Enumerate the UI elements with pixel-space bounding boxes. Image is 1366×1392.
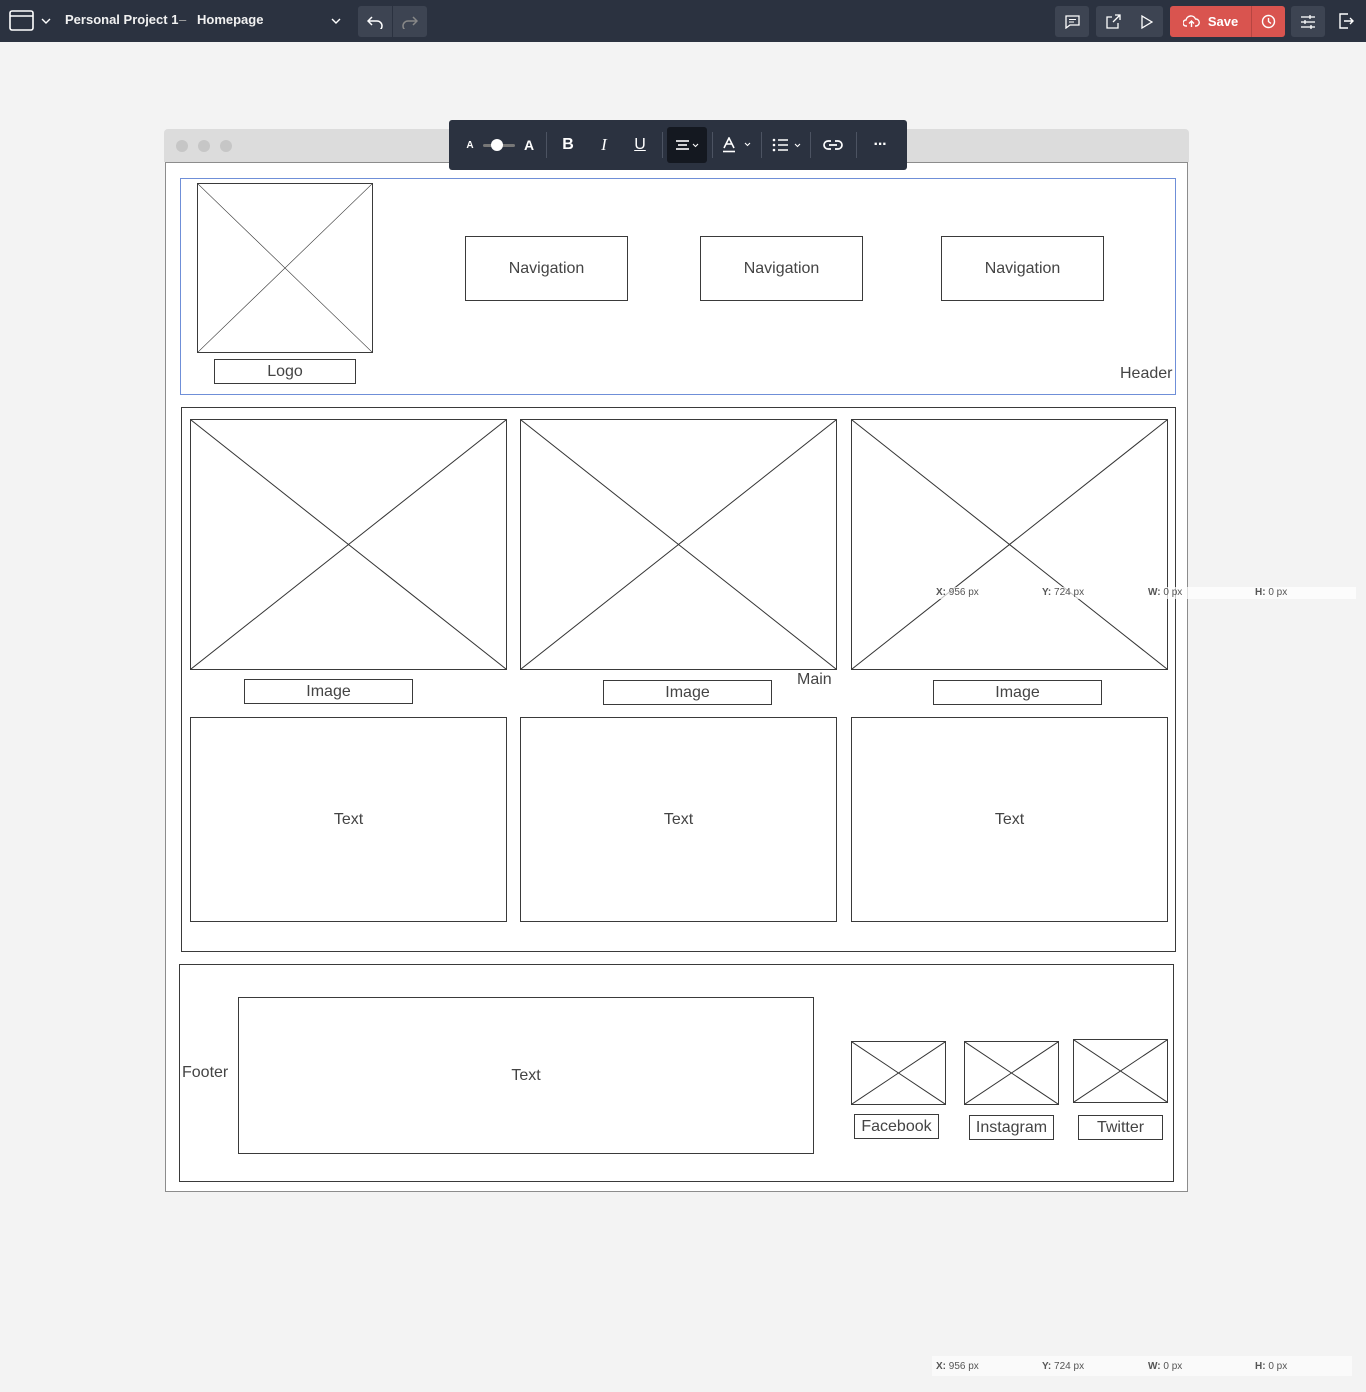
facebook-icon-placeholder[interactable] xyxy=(851,1041,946,1105)
logo-label[interactable]: Logo xyxy=(214,359,356,384)
h-value: 0 px xyxy=(1268,1360,1288,1372)
list-button[interactable] xyxy=(769,120,805,170)
undo-icon xyxy=(367,15,383,29)
instagram-label[interactable]: Instagram xyxy=(969,1115,1054,1140)
underline-button[interactable]: U xyxy=(627,120,653,170)
external-link-icon xyxy=(1105,14,1121,29)
facebook-label[interactable]: Facebook xyxy=(854,1114,939,1139)
coords-readout-status: X: 956 px Y: 724 px W: 0 px H: 0 px xyxy=(932,1356,1352,1376)
exit-icon[interactable] xyxy=(1336,11,1356,31)
nav-item-1[interactable]: Navigation xyxy=(465,236,628,301)
twitter-label[interactable]: Twitter xyxy=(1078,1115,1163,1140)
italic-button[interactable]: I xyxy=(591,120,617,170)
footer-label: Footer xyxy=(182,1064,229,1081)
x-label: X: xyxy=(936,587,946,598)
w-value: 0 px xyxy=(1163,1360,1183,1372)
font-size-slider[interactable] xyxy=(483,139,515,151)
toolbar-divider xyxy=(810,132,811,158)
main-image-placeholder-1[interactable] xyxy=(190,419,507,670)
window-icon[interactable] xyxy=(8,9,34,31)
coords-readout-inline: X: 956 px Y: 724 px W: 0 px H: 0 px xyxy=(936,587,1356,599)
bold-button[interactable]: B xyxy=(555,120,581,170)
title-separator: – xyxy=(179,12,187,27)
instagram-icon-placeholder[interactable] xyxy=(964,1041,1059,1105)
redo-icon xyxy=(402,15,418,29)
logo-image-placeholder[interactable] xyxy=(197,183,373,353)
slider-handle[interactable] xyxy=(491,139,503,151)
chevron-down-icon[interactable] xyxy=(40,15,52,27)
sliders-icon xyxy=(1301,14,1315,29)
text-color-button[interactable] xyxy=(719,120,755,170)
text-block-3[interactable]: Text xyxy=(851,717,1168,922)
page-title[interactable]: Homepage xyxy=(197,12,263,27)
save-label: Save xyxy=(1207,14,1239,29)
header-label: Header xyxy=(1120,365,1173,382)
align-button[interactable] xyxy=(667,127,707,163)
play-icon xyxy=(1140,14,1153,29)
clock-icon xyxy=(1261,14,1276,29)
twitter-icon-placeholder[interactable] xyxy=(1073,1039,1168,1103)
image-label-2[interactable]: Image xyxy=(603,680,772,705)
text-color-icon xyxy=(723,137,751,153)
share-button[interactable] xyxy=(1096,6,1130,37)
link-button[interactable] xyxy=(819,120,847,170)
image-label-1[interactable]: Image xyxy=(244,679,413,704)
redo-button[interactable] xyxy=(393,6,427,37)
font-size-large-icon: A xyxy=(523,137,535,153)
w-value: 0 px xyxy=(1163,587,1183,598)
link-icon xyxy=(823,140,843,150)
more-options-button[interactable]: ··· xyxy=(865,120,895,170)
save-button[interactable]: Save xyxy=(1170,6,1251,37)
w-label: W: xyxy=(1148,1360,1161,1372)
toolbar-divider xyxy=(546,132,547,158)
comment-icon xyxy=(1064,14,1080,29)
main-label: Main xyxy=(797,671,832,688)
window-dot xyxy=(220,140,232,152)
h-label: H: xyxy=(1255,1360,1266,1372)
y-value: 724 px xyxy=(1054,1360,1085,1372)
settings-button[interactable] xyxy=(1291,6,1325,37)
page-dropdown-chevron-icon[interactable] xyxy=(330,15,342,27)
y-label: Y: xyxy=(1042,1360,1052,1372)
project-title[interactable]: Personal Project 1 xyxy=(65,12,178,27)
footer-text-block[interactable]: Text xyxy=(238,997,814,1154)
align-center-icon xyxy=(676,140,699,150)
nav-item-2[interactable]: Navigation xyxy=(700,236,863,301)
h-label: H: xyxy=(1255,587,1266,598)
toolbar-divider xyxy=(856,132,857,158)
text-block-1[interactable]: Text xyxy=(190,717,507,922)
w-label: W: xyxy=(1148,587,1161,598)
main-image-placeholder-3[interactable] xyxy=(851,419,1168,670)
h-value: 0 px xyxy=(1268,587,1288,598)
preview-button[interactable] xyxy=(1130,6,1163,37)
y-label: Y: xyxy=(1042,587,1052,598)
x-label: X: xyxy=(936,1360,946,1372)
toolbar-divider xyxy=(662,132,663,158)
toolbar-divider xyxy=(712,132,713,158)
x-value: 956 px xyxy=(948,587,979,598)
font-size-small-icon: A xyxy=(466,139,474,151)
main-image-placeholder-2[interactable] xyxy=(520,419,837,670)
y-value: 724 px xyxy=(1054,587,1085,598)
list-icon xyxy=(772,138,801,152)
window-dot xyxy=(176,140,188,152)
window-dot xyxy=(198,140,210,152)
image-label-3[interactable]: Image xyxy=(933,680,1102,705)
undo-button[interactable] xyxy=(358,6,392,37)
save-history-button[interactable] xyxy=(1251,6,1285,37)
toolbar-divider xyxy=(761,132,762,158)
cloud-upload-icon xyxy=(1182,15,1200,27)
comments-button[interactable] xyxy=(1055,6,1089,37)
nav-item-3[interactable]: Navigation xyxy=(941,236,1104,301)
text-format-toolbar: A A B I U ··· xyxy=(449,120,907,170)
x-value: 956 px xyxy=(948,1360,979,1372)
top-bar: Personal Project 1 – Homepage Save xyxy=(0,0,1366,42)
text-block-2[interactable]: Text xyxy=(520,717,837,922)
